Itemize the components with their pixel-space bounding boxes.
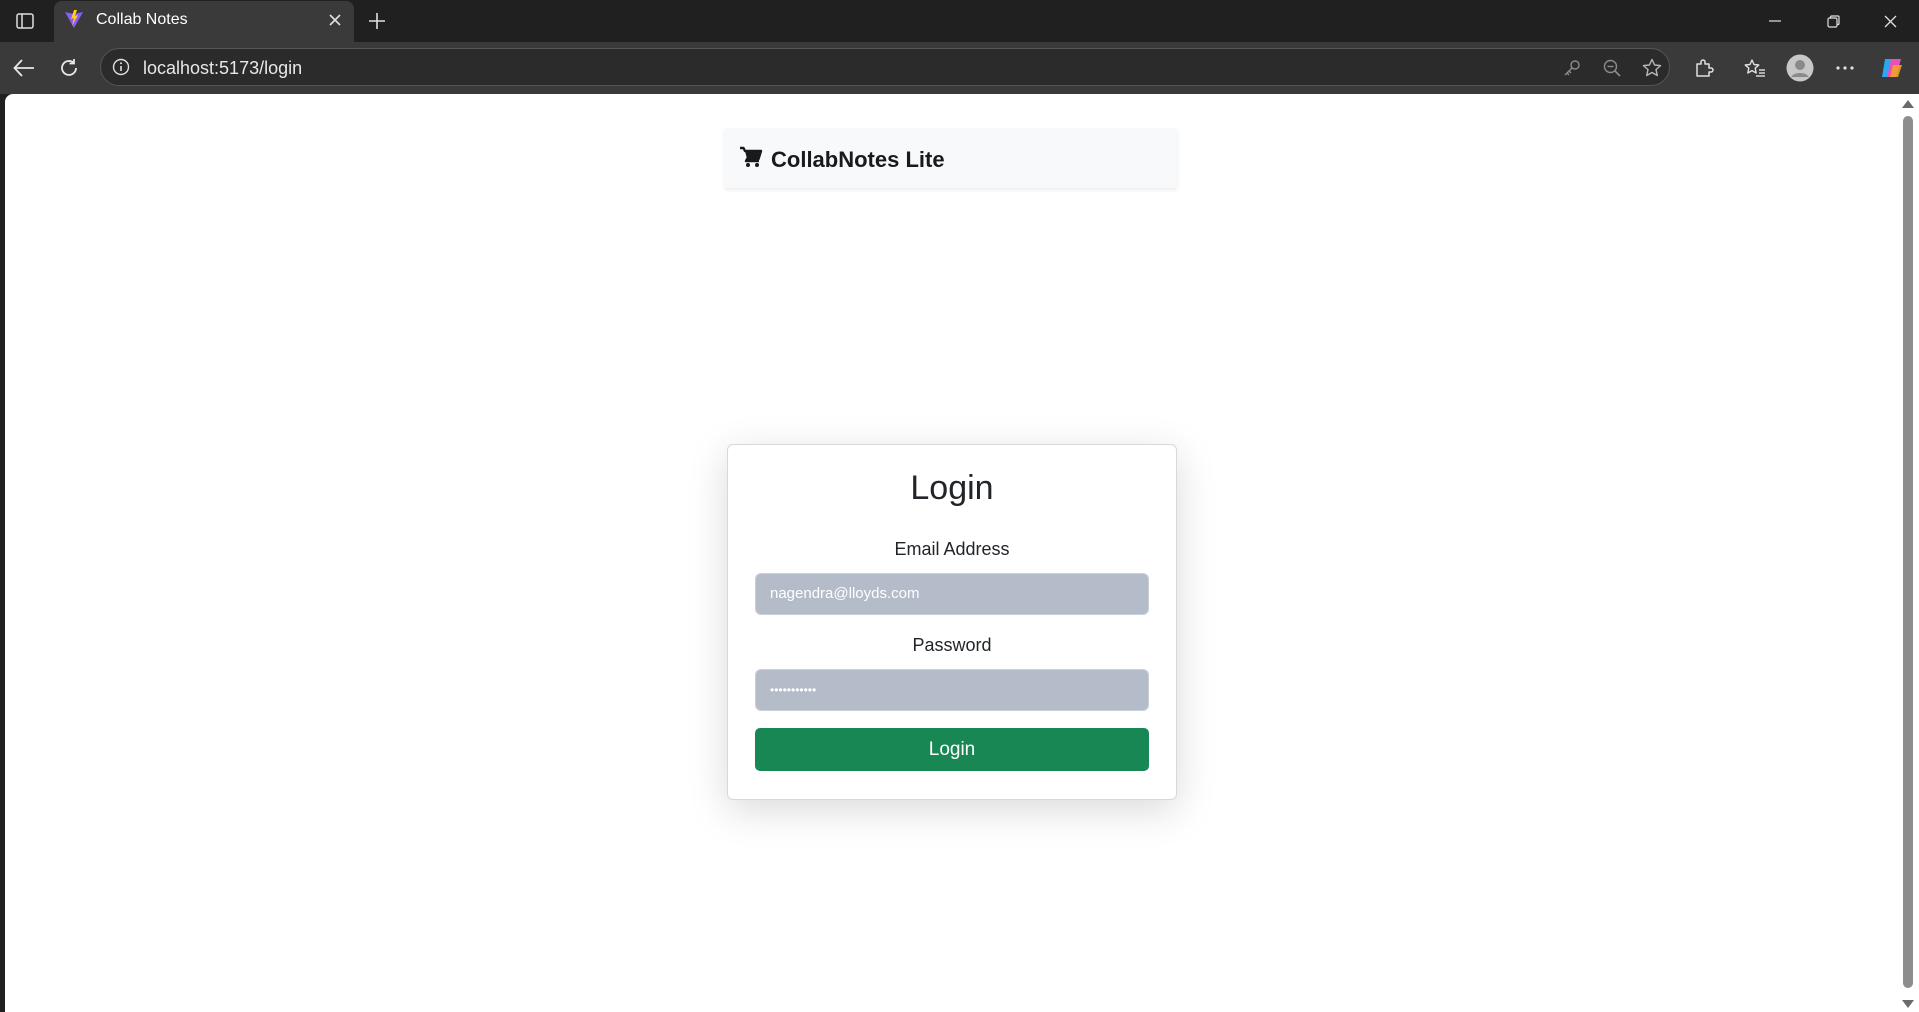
password-mask: ••••••••••• [770,683,817,697]
scroll-up-arrow-icon[interactable] [1902,100,1914,108]
tab-title: Collab Notes [96,11,188,28]
close-tab-icon[interactable] [324,9,346,31]
minimize-window-icon[interactable] [1747,0,1803,42]
email-field[interactable]: nagendra@lloyds.com [755,573,1149,615]
app-navbar: CollabNotes Lite [725,128,1177,188]
back-arrow-icon[interactable] [8,52,40,84]
brand-link[interactable]: CollabNotes Lite [739,146,945,173]
tab-actions-icon[interactable] [10,8,40,34]
favorite-star-icon[interactable] [1641,57,1663,79]
password-label: Password [912,635,992,655]
login-card: Login Email Address nagendra@lloyds.com … [727,444,1177,800]
extensions-puzzle-icon[interactable] [1688,52,1720,84]
password-key-icon[interactable] [1561,57,1583,79]
new-tab-icon[interactable] [362,6,392,36]
cart-icon [739,146,763,173]
profile-avatar-icon[interactable] [1784,52,1816,84]
close-window-icon[interactable] [1862,0,1918,42]
scroll-down-arrow-icon[interactable] [1902,1000,1914,1008]
favorites-list-icon[interactable] [1739,52,1771,84]
zoom-out-icon[interactable] [1601,57,1623,79]
browser-tab[interactable]: Collab Notes [54,1,354,42]
more-options-icon[interactable] [1829,52,1861,84]
email-label: Email Address [894,539,1010,559]
vertical-scrollbar[interactable] [1897,94,1919,1012]
password-field[interactable]: ••••••••••• [755,669,1149,711]
scrollbar-thumb[interactable] [1903,116,1913,988]
site-info-icon[interactable] [111,57,131,77]
brand-name: CollabNotes Lite [771,146,945,172]
browser-toolbar: localhost:5173/login [0,42,1919,94]
refresh-icon[interactable] [53,52,85,84]
copilot-icon[interactable] [1876,52,1908,84]
login-title: Login [910,469,994,507]
login-button[interactable]: Login [755,728,1149,771]
page-viewport: CollabNotes Lite Login Email Address nag… [5,94,1897,1012]
url-text: localhost:5173/login [143,58,303,78]
restore-window-icon[interactable] [1805,0,1861,42]
vite-logo-icon [64,9,84,29]
address-bar[interactable]: localhost:5173/login [100,48,1670,86]
tab-strip: Collab Notes [0,0,1919,42]
